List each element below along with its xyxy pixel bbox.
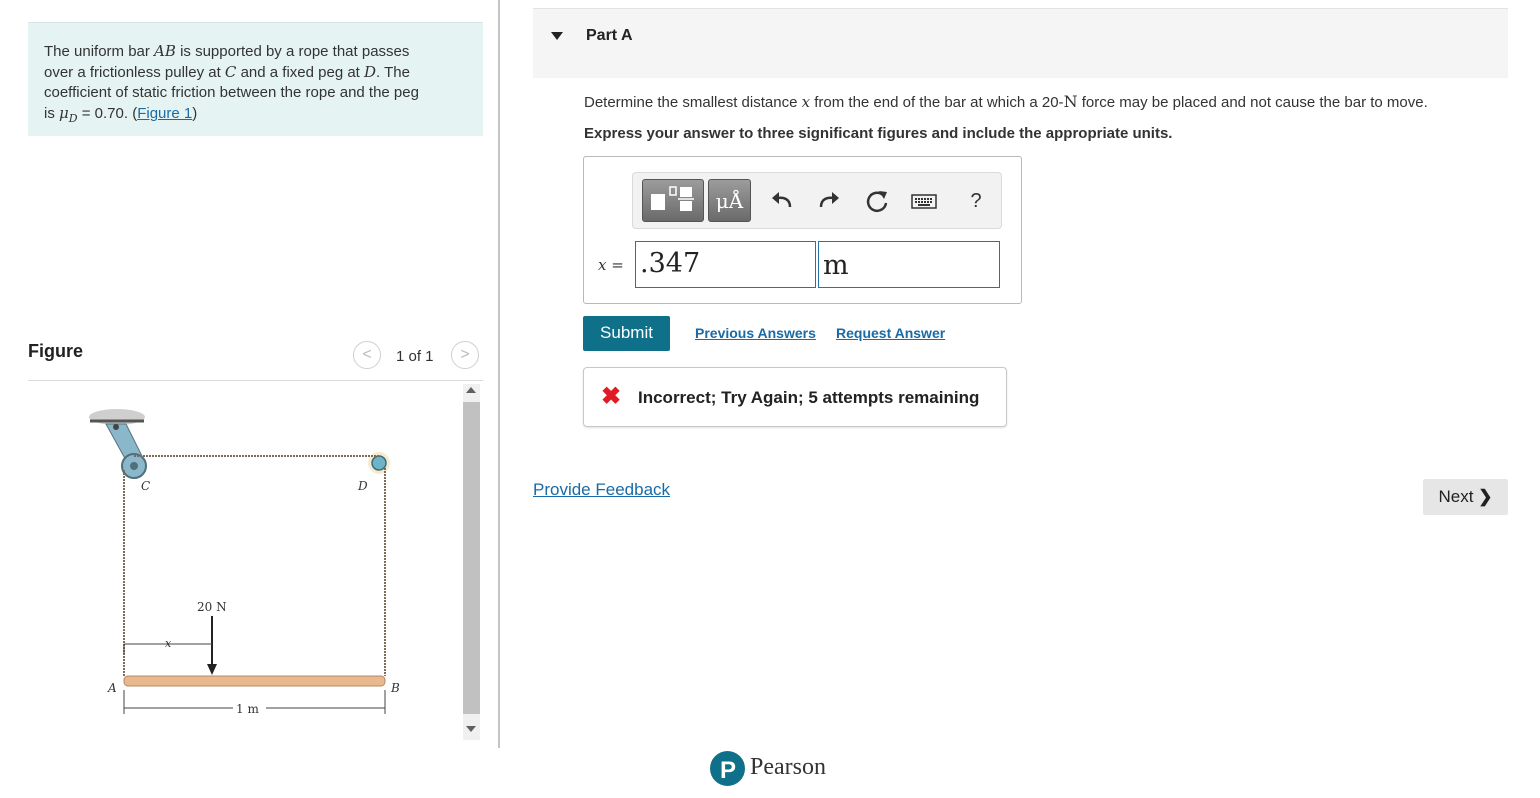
- bar-ab: [123, 675, 386, 687]
- request-answer-link[interactable]: Request Answer: [836, 325, 945, 341]
- ceiling-mount: [89, 409, 145, 425]
- label-length: 1 m: [236, 702, 259, 716]
- submit-button[interactable]: Submit: [583, 316, 670, 351]
- problem-line-3: coefficient of static friction between t…: [44, 84, 419, 101]
- figure-diagram: C D A B x 20 N 1 m: [89, 409, 400, 716]
- label-force: 20 N: [197, 600, 227, 614]
- problem-line-2: over a frictionless pulley at C and a fi…: [44, 62, 467, 83]
- figure-next-button[interactable]: >: [451, 341, 479, 369]
- problem-text: is: [44, 105, 59, 122]
- peg-d: [371, 455, 387, 471]
- answer-instruction: Express your answer to three significant…: [584, 125, 1173, 142]
- question-unit: N: [1063, 92, 1078, 111]
- bracket-pin: [113, 424, 119, 430]
- collapse-caret-icon[interactable]: [551, 32, 563, 40]
- problem-text: = 0.70. (: [77, 105, 138, 122]
- redo-icon[interactable]: [815, 187, 843, 215]
- panel-divider[interactable]: [498, 0, 500, 748]
- part-title: Part A: [586, 27, 633, 44]
- chevron-right-icon: ❯: [1478, 487, 1493, 506]
- problem-text: and a fixed peg at: [236, 64, 365, 81]
- previous-answers-link[interactable]: Previous Answers: [695, 325, 816, 341]
- label-c: C: [141, 479, 150, 493]
- problem-line-1: The uniform bar AB is supported by a rop…: [44, 41, 467, 62]
- provide-feedback-link[interactable]: Provide Feedback: [533, 480, 670, 500]
- label-x: x: [165, 637, 172, 650]
- units-button[interactable]: μÅ: [708, 179, 751, 222]
- pearson-brand: Pearson: [750, 754, 826, 780]
- feedback-message: Incorrect; Try Again; 5 attempts remaini…: [638, 388, 980, 407]
- next-button[interactable]: Next ❯: [1423, 479, 1508, 515]
- answer-value-input[interactable]: .347: [635, 241, 816, 288]
- figure-heading: Figure: [28, 341, 84, 361]
- problem-statement: The uniform bar AB is supported by a rop…: [28, 22, 483, 136]
- part-header[interactable]: [533, 8, 1508, 78]
- var-c: C: [224, 63, 237, 81]
- var-d: D: [364, 63, 377, 81]
- var-mu: μ: [59, 104, 69, 122]
- problem-text: ): [192, 105, 198, 122]
- question-var-x: x: [801, 93, 811, 111]
- label-b: B: [390, 681, 400, 695]
- problem-text: over a frictionless pulley at: [44, 64, 225, 81]
- var-ab: AB: [154, 42, 176, 60]
- question-part: force may be placed and not cause the ba…: [1077, 94, 1428, 111]
- pearson-logo-icon: P: [710, 751, 745, 786]
- figure-prev-button[interactable]: <: [353, 341, 381, 369]
- question-part: Determine the smallest distance: [584, 94, 802, 111]
- answer-units-input[interactable]: m: [818, 241, 1000, 288]
- undo-icon[interactable]: [768, 187, 796, 215]
- figure-divider: [28, 380, 483, 381]
- question-part: from the end of the bar at which a 20-: [810, 94, 1064, 111]
- help-button[interactable]: ?: [962, 187, 990, 215]
- problem-line-4: is μD = 0.70. (Figure 1): [44, 103, 467, 129]
- label-d: D: [357, 479, 368, 493]
- label-a: A: [107, 681, 117, 695]
- scroll-down-arrow-icon[interactable]: [466, 726, 476, 732]
- var-mu-subscript: D: [68, 112, 78, 125]
- keyboard-icon[interactable]: [910, 187, 938, 215]
- pearson-logo-letter: P: [720, 757, 736, 784]
- pulley-hub: [130, 462, 138, 470]
- question-text: Determine the smallest distance x from t…: [584, 92, 1428, 111]
- problem-text: is supported by a rope that passes: [175, 43, 410, 60]
- variable-label-text: x =: [598, 256, 624, 274]
- figure-scrollbar-thumb[interactable]: [463, 402, 480, 714]
- figure-1-link[interactable]: Figure 1: [137, 105, 192, 122]
- answer-variable-label: x =: [598, 256, 624, 274]
- problem-text: The uniform bar: [44, 43, 155, 60]
- force-arrow-head: [207, 664, 217, 675]
- problem-text: . The: [376, 64, 410, 81]
- reset-icon[interactable]: [863, 187, 891, 215]
- next-label: Next: [1438, 487, 1474, 506]
- templates-button[interactable]: [642, 179, 704, 222]
- templates-icon: [651, 186, 694, 211]
- scroll-up-arrow-icon[interactable]: [466, 387, 476, 393]
- figure-counter: 1 of 1: [396, 348, 434, 365]
- incorrect-x-icon: ✖: [601, 383, 622, 410]
